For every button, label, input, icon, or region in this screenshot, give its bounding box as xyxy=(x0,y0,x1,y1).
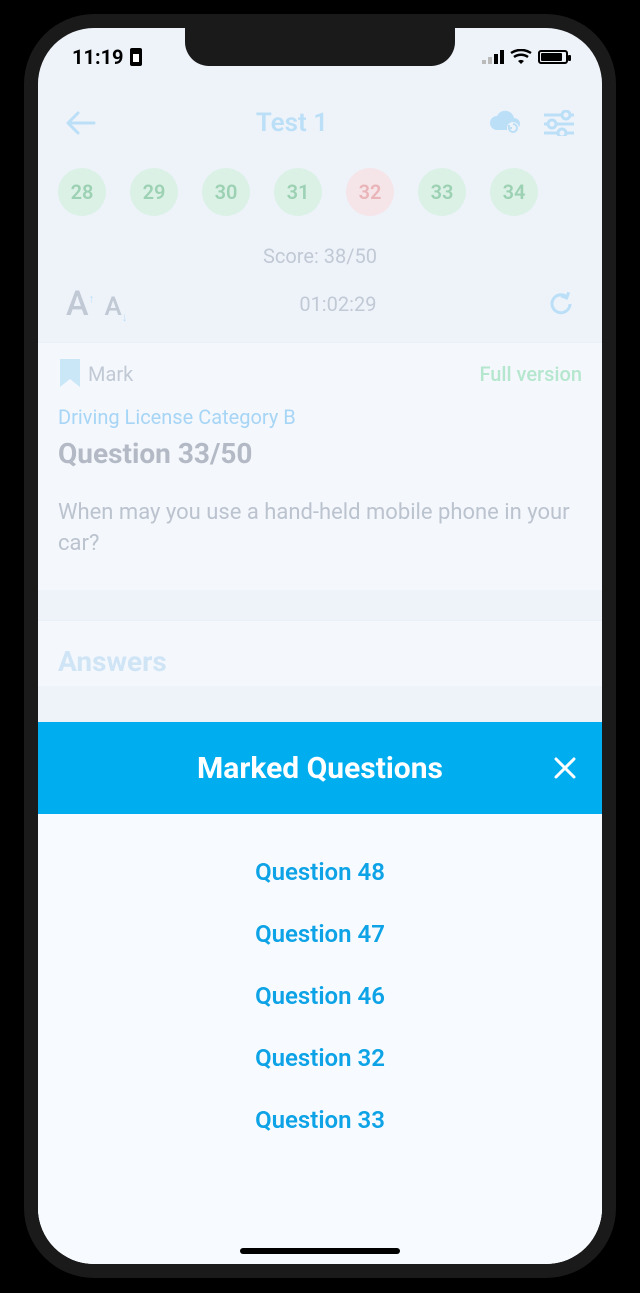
status-time: 11:19 xyxy=(72,45,124,69)
mark-label: Mark xyxy=(88,362,133,386)
close-icon[interactable] xyxy=(552,755,578,781)
refresh-icon[interactable] xyxy=(548,291,574,317)
phone-notch xyxy=(185,28,455,66)
question-number-scroller[interactable]: 28 29 30 31 32 33 34 xyxy=(38,158,602,226)
category-label: Driving License Category B xyxy=(58,405,582,429)
answers-heading: Answers xyxy=(38,620,602,686)
marked-question-item[interactable]: Question 47 xyxy=(255,920,385,948)
wifi-icon xyxy=(510,49,532,65)
timer-text: 01:02:29 xyxy=(299,292,376,316)
marked-question-item[interactable]: Question 33 xyxy=(255,1106,385,1134)
cellular-icon xyxy=(482,50,504,64)
marked-question-item[interactable]: Question 48 xyxy=(255,858,385,886)
question-text: When may you use a hand-held mobile phon… xyxy=(58,498,582,560)
home-indicator[interactable] xyxy=(240,1248,400,1254)
question-chip[interactable]: 31 xyxy=(274,168,322,216)
score-text: Score: 38/50 xyxy=(38,226,602,276)
marked-question-item[interactable]: Question 46 xyxy=(255,982,385,1010)
page-title: Test 1 xyxy=(256,108,328,138)
cloud-sync-icon[interactable] xyxy=(488,110,522,136)
settings-sliders-icon[interactable] xyxy=(544,110,574,136)
marked-questions-sheet: Marked Questions Question 48 Question 47 Q… xyxy=(38,722,602,1264)
question-chip[interactable]: 30 xyxy=(202,168,250,216)
question-chip[interactable]: 33 xyxy=(418,168,466,216)
font-increase-button[interactable]: A↑ xyxy=(66,284,95,324)
sheet-title: Marked Questions xyxy=(197,751,443,786)
marked-question-item[interactable]: Question 32 xyxy=(255,1044,385,1072)
bookmark-icon xyxy=(58,359,82,389)
question-chip[interactable]: 28 xyxy=(58,168,106,216)
font-decrease-button[interactable]: A↓ xyxy=(105,292,128,324)
question-chip[interactable]: 32 xyxy=(346,168,394,216)
question-counter: Question 33/50 xyxy=(58,437,582,470)
question-chip[interactable]: 34 xyxy=(490,168,538,216)
battery-icon xyxy=(538,50,568,64)
mark-button[interactable]: Mark xyxy=(58,359,133,389)
sim-icon xyxy=(128,48,144,66)
back-arrow-icon[interactable] xyxy=(66,111,96,135)
question-chip[interactable]: 29 xyxy=(130,168,178,216)
full-version-link[interactable]: Full version xyxy=(479,362,582,386)
